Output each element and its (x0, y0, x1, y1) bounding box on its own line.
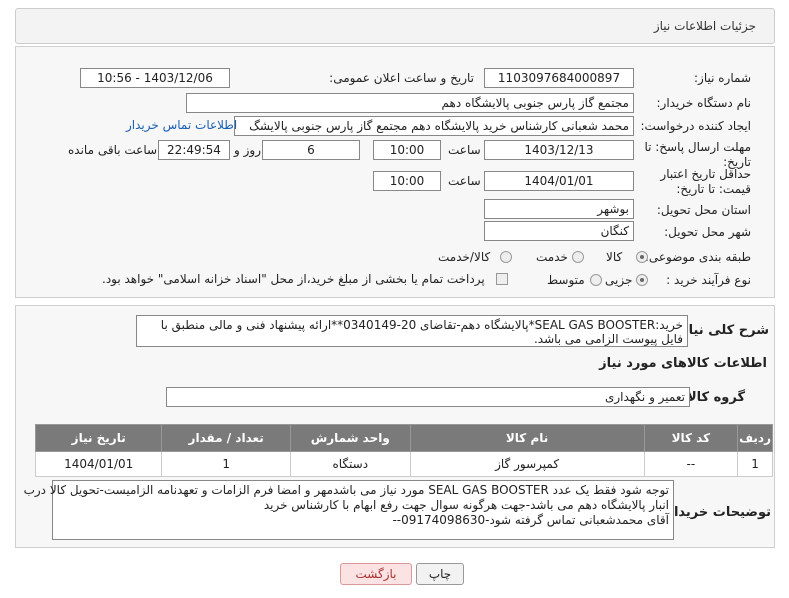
category-service-radio[interactable] (572, 251, 584, 263)
category-label: طبقه بندی موضوعی: (644, 250, 751, 264)
buyer-org-label: نام دستگاه خریدار: (656, 96, 752, 110)
process-medium-radio[interactable] (590, 274, 602, 286)
time-remaining-label: ساعت باقی مانده (68, 143, 158, 157)
need-number-field: 1103097684000897 (484, 68, 634, 88)
time-remaining-field: 22:49:54 (158, 140, 230, 160)
city-label: شهر محل تحویل: (664, 225, 751, 239)
col-name: نام کالا (409, 424, 645, 452)
deadline-label: مهلت ارسال پاسخ: تا تاریخ: (644, 140, 751, 169)
goods-group-label: گروه کالا: (681, 390, 745, 405)
days-label: روز و (234, 143, 261, 157)
announce-field: 1403/12/06 - 10:56 (80, 68, 230, 88)
goods-table-header: ردیف کد کالا نام کالا واحد شمارش تعداد /… (34, 424, 773, 452)
page-title: جزئیات اطلاعات نیاز (653, 19, 756, 33)
cell-row: 1 (737, 451, 773, 477)
deadline-date-field: 1403/12/13 (484, 140, 634, 160)
process-minor-label: جزیی (605, 273, 633, 287)
process-medium-label: متوسط (547, 273, 585, 287)
category-goods-label: کالا (606, 250, 623, 264)
validity-time-field: 10:00 (373, 171, 441, 191)
announce-label: تاریخ و ساعت اعلان عمومی: (329, 71, 474, 85)
validity-label: حداقل تاریخ اعتبار قیمت: تا تاریخ: (660, 167, 751, 196)
description-label: شرح کلی نیاز: (675, 323, 769, 338)
category-goods-service-label: کالا/خدمت (438, 250, 491, 264)
cell-unit: دستگاه (289, 451, 411, 477)
back-button[interactable]: بازگشت (340, 563, 412, 585)
buyer-notes-line-2: انبار پالایشگاه دهم می باشد-جهت هرگونه س… (263, 498, 669, 512)
process-label: نوع فرآیند خرید : (666, 273, 751, 287)
description-text: خرید:SEAL GAS BOOSTER*پالایشگاه دهم-تقاض… (136, 315, 688, 347)
buyer-notes-line-1: توجه شود فقط یک عدد SEAL GAS BOOSTER مور… (23, 483, 669, 497)
deadline-time-label: ساعت (448, 143, 481, 157)
table-row: 1 -- کمپرسور گاز دستگاه 1 1404/01/01 (34, 451, 773, 477)
goods-table: ردیف کد کالا نام کالا واحد شمارش تعداد /… (34, 424, 773, 477)
validity-date-field: 1404/01/01 (484, 171, 634, 191)
category-goods-radio[interactable] (636, 251, 648, 263)
print-button[interactable]: چاپ (416, 563, 464, 585)
category-service-label: خدمت (536, 250, 568, 264)
buyer-org-field: مجتمع گاز پارس جنوبی پالایشگاه دهم (186, 93, 634, 113)
treasury-payment-checkbox[interactable] (496, 273, 508, 285)
need-number-label: شماره نیاز: (694, 71, 751, 85)
col-code: کد کالا (643, 424, 739, 452)
buyer-notes-label: توضیحات خریدار: (661, 505, 771, 520)
category-goods-service-radio[interactable] (500, 251, 512, 263)
creator-field: محمد شعبانی کارشناس خرید پالایشگاه دهم م… (234, 116, 634, 136)
creator-label: ایجاد کننده درخواست: (640, 119, 751, 133)
page-header: جزئیات اطلاعات نیاز (15, 8, 775, 44)
goods-group-field: تعمیر و نگهداری (166, 387, 690, 407)
process-minor-radio[interactable] (636, 274, 648, 286)
col-qty: تعداد / مقدار (161, 424, 291, 452)
cell-date: 1404/01/01 (34, 451, 163, 477)
deadline-time-field: 10:00 (373, 140, 441, 160)
province-label: استان محل تحویل: (656, 203, 751, 217)
col-date: تاریخ نیاز (34, 424, 163, 452)
treasury-payment-note: پرداخت تمام یا بخشی از مبلغ خرید،از محل … (102, 272, 485, 286)
col-unit: واحد شمارش (289, 424, 411, 452)
province-field: بوشهر (484, 199, 634, 219)
cell-name: کمپرسور گاز (409, 451, 645, 477)
buyer-notes-line-3: آقای محمدشعبانی تماس گرفته شود-091740986… (392, 513, 669, 527)
validity-time-label: ساعت (448, 174, 481, 188)
goods-info-title: اطلاعات کالاهای مورد نیاز (599, 356, 767, 371)
city-field: کنگان (484, 221, 634, 241)
cell-qty: 1 (161, 451, 291, 477)
cell-code: -- (643, 451, 739, 477)
contact-buyer-link[interactable]: اطلاعات تماس خریدار (126, 118, 237, 132)
buyer-notes-text: توجه شود فقط یک عدد SEAL GAS BOOSTER مور… (23, 480, 674, 540)
col-row: ردیف (737, 424, 773, 452)
days-remaining-field: 6 (262, 140, 360, 160)
